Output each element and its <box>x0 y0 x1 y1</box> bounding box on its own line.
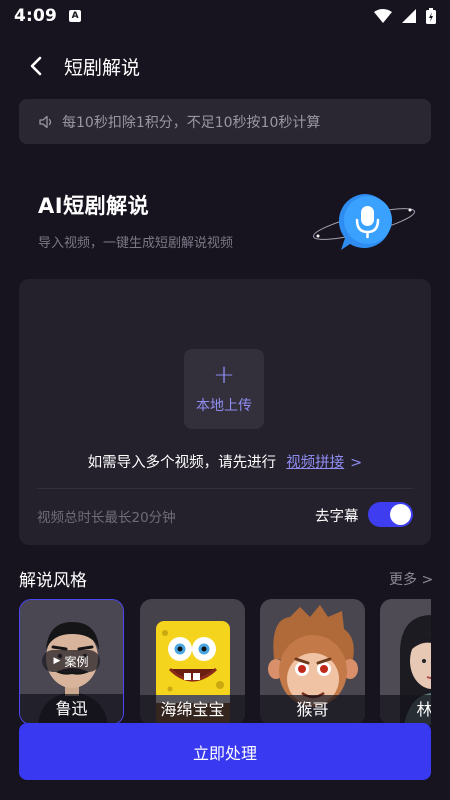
style-name: 林黛 <box>380 695 431 725</box>
remove-subtitle-label: 去字幕 <box>315 509 359 525</box>
plus-icon: + <box>213 360 235 390</box>
duration-limit-text: 视频总时长最长20分钟 <box>37 510 176 526</box>
style-name: 海绵宝宝 <box>140 695 245 725</box>
multi-video-hint: 如需导入多个视频，请先进行 视频拼接 > <box>19 451 431 472</box>
hero-section: AI短剧解说 导入视频，一键生成短剧解说视频 <box>38 190 233 251</box>
style-card-lindaiyu[interactable]: 林黛 <box>380 599 431 725</box>
speaker-icon <box>39 115 54 129</box>
local-upload-button[interactable]: + 本地上传 <box>184 349 264 429</box>
back-button[interactable] <box>16 46 56 86</box>
case-badge-label: 案例 <box>64 654 89 669</box>
upload-card: + 本地上传 如需导入多个视频，请先进行 视频拼接 > 视频总时长最长20分钟 去字… <box>19 279 431 545</box>
style-card-luxun[interactable]: ▶ 案例 鲁迅 <box>19 599 124 725</box>
microphone-bubble-icon <box>312 193 416 250</box>
app-header: 短剧解说 <box>0 44 450 88</box>
back-arrow-icon <box>30 56 42 76</box>
wifi-icon <box>374 9 392 23</box>
style-card-monkey[interactable]: 猴哥 <box>260 599 365 725</box>
status-indicators <box>374 8 436 24</box>
hero-title: AI短剧解说 <box>38 194 150 218</box>
battery-charging-icon <box>426 8 436 24</box>
credit-notice-banner: 每10秒扣除1积分，不足10秒按10秒计算 <box>19 99 431 144</box>
video-merge-link[interactable]: 视频拼接 <box>286 455 344 471</box>
case-badge: ▶ 案例 <box>42 650 100 672</box>
style-carousel: ▶ 案例 鲁迅 海绵宝宝 猴哥 林 <box>19 599 431 725</box>
toggle-knob <box>390 504 411 525</box>
chevron-right-icon: > <box>350 455 363 471</box>
app-notification-icon: A <box>69 10 82 22</box>
narration-style-title: 解说风格 <box>19 571 87 591</box>
hero-subtitle: 导入视频，一键生成短剧解说视频 <box>38 236 234 251</box>
notice-text: 每10秒扣除1积分，不足10秒按10秒计算 <box>62 114 321 131</box>
more-styles-link[interactable]: 更多 > <box>389 569 433 589</box>
style-name: 鲁迅 <box>20 694 123 724</box>
cellular-signal-icon <box>402 9 416 23</box>
play-icon: ▶ <box>53 656 61 666</box>
hint-text: 如需导入多个视频，请先进行 <box>87 455 277 471</box>
process-now-button[interactable]: 立即处理 <box>19 723 431 780</box>
divider <box>37 488 413 489</box>
page-title: 短剧解说 <box>64 56 141 79</box>
style-card-spongebob[interactable]: 海绵宝宝 <box>140 599 245 725</box>
status-bar: 4:09 A <box>0 0 450 32</box>
remove-subtitle-toggle[interactable] <box>368 502 413 527</box>
status-time: 4:09 <box>14 6 58 26</box>
local-upload-label: 本地上传 <box>196 398 252 414</box>
style-name: 猴哥 <box>260 695 365 725</box>
